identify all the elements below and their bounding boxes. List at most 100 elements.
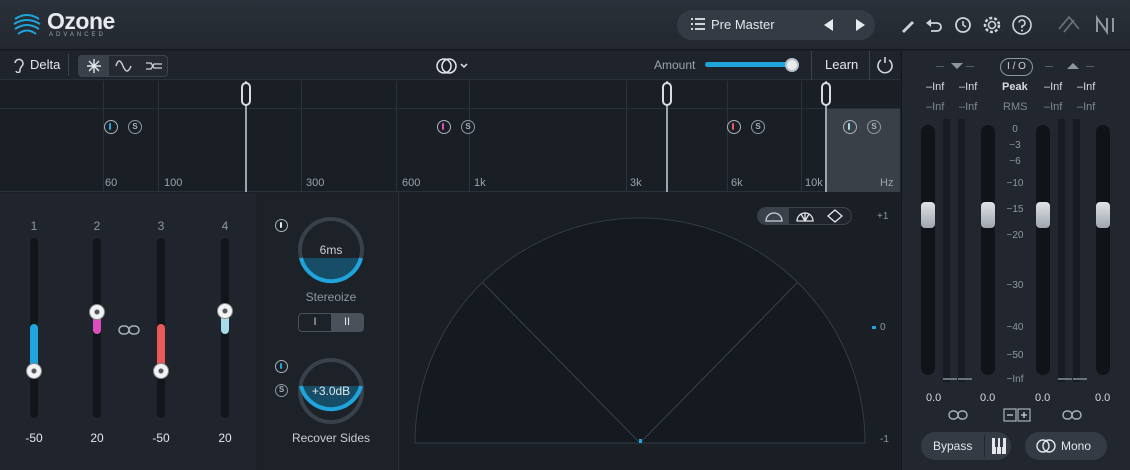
recover-solo-icon[interactable]: S	[275, 384, 288, 397]
band2-bypass-icon[interactable]	[437, 120, 451, 134]
view-vectorscope-button[interactable]	[79, 56, 109, 76]
gain-match-icon[interactable]	[1003, 408, 1031, 422]
toolbar-divider	[811, 51, 812, 80]
crossover-handle-1[interactable]	[241, 82, 251, 106]
input-right-rms: –Inf	[959, 101, 978, 113]
band2-width-track[interactable]	[93, 238, 101, 418]
output-left-fader-track[interactable]	[1036, 125, 1050, 375]
freq-label: 1k	[474, 177, 486, 189]
recover-power-icon[interactable]	[275, 360, 288, 373]
input-left-gain-value: 0.0	[926, 392, 942, 404]
band1-width-value: -50	[25, 431, 43, 445]
learn-button[interactable]: Learn	[825, 57, 858, 72]
band1-solo-icon[interactable]: S	[128, 120, 142, 134]
app-edition: ADVANCED	[49, 32, 106, 38]
output-left-rms: –Inf	[1044, 101, 1063, 113]
scope-label-bottom: -1	[880, 434, 889, 445]
bypass-button[interactable]: Bypass	[921, 432, 1011, 460]
band-link-icon[interactable]	[118, 323, 140, 337]
undo-icon[interactable]	[923, 14, 945, 36]
crossover-handle-3[interactable]	[821, 82, 831, 106]
output-right-fader-handle[interactable]	[1096, 202, 1110, 228]
input-link-icon[interactable]	[948, 408, 968, 422]
view-correlation-button[interactable]	[139, 56, 169, 76]
mono-button[interactable]: Mono	[1025, 432, 1107, 460]
output-link-icon[interactable]	[1062, 408, 1082, 422]
band3-solo-icon[interactable]: S	[751, 120, 765, 134]
band2-width-handle[interactable]	[89, 304, 105, 320]
meter-scale-label: −15	[1006, 204, 1024, 215]
amount-slider-handle[interactable]	[785, 58, 799, 72]
starburst-icon	[87, 59, 101, 73]
preset-next-icon[interactable]	[856, 19, 865, 31]
module-power-icon[interactable]	[875, 55, 895, 75]
preset-name[interactable]: Pre Master	[711, 17, 775, 32]
view-mode-selector	[78, 55, 168, 77]
piano-keys-icon	[992, 438, 1006, 454]
band4-bypass-icon[interactable]	[843, 120, 857, 134]
output-left-peak: –Inf	[1044, 81, 1063, 93]
native-instruments-icon[interactable]	[1094, 14, 1122, 36]
output-right-rms: –Inf	[1077, 101, 1096, 113]
band1-width-handle[interactable]	[26, 363, 42, 379]
io-meters-panel: I / O –Inf –Inf Peak –Inf –Inf –Inf –Inf…	[901, 51, 1130, 470]
output-right-fader-track[interactable]	[1096, 125, 1110, 375]
output-left-gain-value: 0.0	[1035, 392, 1051, 404]
scope-label-top: +1	[877, 211, 889, 222]
compare-button[interactable]	[984, 435, 1011, 457]
band2-width-value: 20	[90, 431, 104, 445]
pencil-icon[interactable]	[897, 14, 919, 36]
band1-width-track[interactable]	[30, 238, 38, 418]
delta-button[interactable]: Delta	[30, 57, 60, 72]
meter-scale-label: −40	[1006, 322, 1024, 333]
band4-width-track[interactable]	[221, 238, 229, 418]
meter-scale-label: −50	[1006, 350, 1024, 361]
crossover-handle-2[interactable]	[662, 82, 672, 106]
rms-label[interactable]: RMS	[1003, 101, 1027, 113]
ozone-connect-icon[interactable]	[1056, 14, 1082, 36]
preset-selector[interactable]: Pre Master	[677, 10, 875, 40]
settings-gear-icon[interactable]	[981, 14, 1003, 36]
input-left-fader-handle[interactable]	[921, 202, 935, 228]
meter-scale-label: −10	[1006, 178, 1024, 189]
io-toggle-button[interactable]: I / O	[1000, 58, 1033, 76]
band4-index: 4	[221, 219, 229, 233]
meter-scale-label: −20	[1006, 230, 1024, 241]
band4-solo-icon[interactable]: S	[867, 120, 881, 134]
freq-label: 300	[306, 177, 325, 189]
correlation-marker	[872, 326, 876, 329]
band4-width-handle[interactable]	[217, 303, 233, 319]
output-left-fader-handle[interactable]	[1036, 202, 1050, 228]
recover-sides-value: +3.0dB	[311, 384, 351, 398]
band1-bypass-icon[interactable]	[104, 120, 118, 134]
view-waveform-button[interactable]	[109, 56, 139, 76]
meter-scale-label: −3	[1009, 140, 1021, 151]
input-collapse-icon[interactable]	[951, 63, 963, 69]
band2-solo-icon[interactable]: S	[461, 120, 475, 134]
mono-icon	[1036, 439, 1056, 453]
output-collapse-icon[interactable]	[1067, 63, 1079, 69]
ozone-imager-window: Ozone ADVANCED Pre Master Delta Amount L…	[0, 0, 1130, 470]
input-right-fader-track[interactable]	[981, 125, 995, 375]
delta-ear-icon[interactable]	[12, 57, 24, 73]
peak-label[interactable]: Peak	[1002, 81, 1028, 93]
band3-width-track[interactable]	[157, 238, 165, 418]
stereoize-power-icon[interactable]	[275, 219, 288, 232]
help-icon[interactable]	[1011, 14, 1033, 36]
history-icon[interactable]	[951, 14, 973, 36]
stereo-link-dropdown-icon[interactable]	[435, 56, 469, 76]
band3-bypass-icon[interactable]	[727, 120, 741, 134]
preset-list-icon[interactable]	[691, 18, 705, 30]
input-left-rms: –Inf	[926, 101, 945, 113]
correlation-icon	[146, 62, 162, 70]
band3-width-handle[interactable]	[153, 363, 169, 379]
stereoize-mode-ii[interactable]: II	[331, 314, 363, 331]
ozone-logo-icon	[13, 14, 41, 35]
output-left-meter	[1058, 119, 1065, 382]
stereoize-mode-i[interactable]: I	[299, 314, 331, 331]
input-left-fader-track[interactable]	[921, 125, 935, 375]
stereoize-panel: 6ms Stereoize I II S +3.0dB Recover Side…	[257, 193, 397, 470]
output-right-peak: –Inf	[1077, 81, 1096, 93]
input-right-fader-handle[interactable]	[981, 202, 995, 228]
preset-prev-icon[interactable]	[824, 19, 833, 31]
